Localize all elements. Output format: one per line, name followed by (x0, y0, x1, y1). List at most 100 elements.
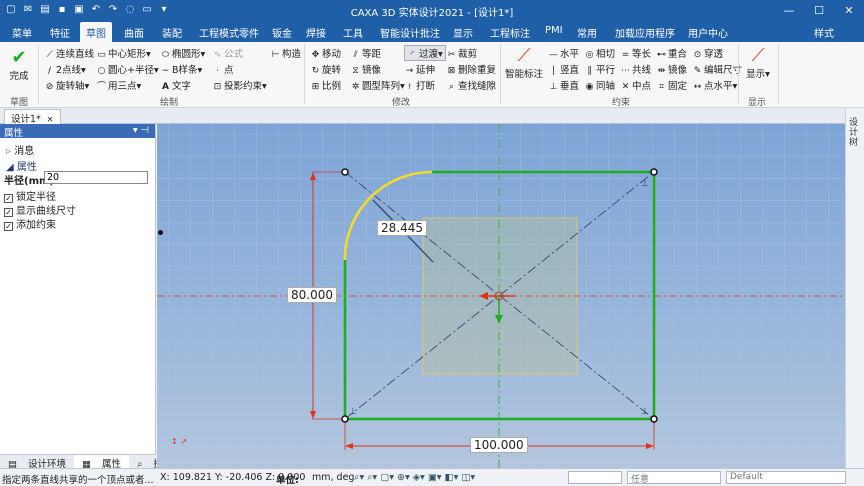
move-button[interactable]: ✥ 移动 (310, 46, 341, 60)
collinear-button[interactable]: ⋯ 共线 (620, 62, 651, 76)
text-icon: A (162, 82, 169, 92)
close-icon[interactable]: ✕ (834, 0, 864, 22)
pierce-button[interactable]: ⊙ 穿透 (692, 46, 723, 60)
sketch-canvas[interactable]: ⊥ ⊥ ⊥ ↕ ↗ 80.000 100.000 28.445 (157, 124, 845, 468)
three-point-button[interactable]: ⌒ 用三点▾ (96, 78, 141, 92)
tangent-constraint-button[interactable]: ◎ 相切 (584, 46, 615, 60)
tab-engineering-dim[interactable]: 工程标注 (490, 25, 530, 40)
text-button[interactable]: A 文字 (160, 78, 191, 92)
vertex-point[interactable] (650, 415, 658, 423)
title-bar: ▢ ✉ ▤ ▪ ▣ ↶ ↷ ◌ ▭ ▾ CAXA 3D 实体设计2021 - [… (0, 0, 864, 22)
vertex-point[interactable] (650, 168, 658, 176)
tab-tools[interactable]: 工具 (343, 25, 363, 40)
add-constraint-checkbox[interactable]: ✓ 添加约束 (4, 216, 56, 231)
horizontal-constraint-button[interactable]: — 水平 (548, 46, 579, 60)
tab-welding[interactable]: 焊接 (306, 25, 326, 40)
tab-pmi[interactable]: PMI (545, 25, 563, 36)
projection-constraint-button[interactable]: ⊡ 投影约束▾ (212, 78, 267, 92)
doc-tab-design1[interactable]: 设计1* ✕ (4, 109, 61, 125)
tab-display[interactable]: 显示 (453, 25, 473, 40)
mirror-button[interactable]: ⧖ 镜像 (350, 62, 381, 76)
delete-duplicate-button[interactable]: ⊠ 删除重复 (446, 62, 496, 76)
continuous-line-button[interactable]: ⟋ 连续直线 (44, 46, 94, 60)
tab-sheet-metal[interactable]: 钣金 (272, 25, 292, 40)
center-radius-circle-button[interactable]: ○ 圆心+半径▾ (96, 62, 159, 76)
equal-length-button[interactable]: = 等长 (620, 46, 651, 60)
fillet-dropdown[interactable]: ◜ 过渡▾ (404, 45, 446, 61)
circular-array-button[interactable]: ✲ 圆型阵列▾ (350, 78, 405, 92)
ellipse-button[interactable]: ⬭ 椭圆形▾ (160, 46, 206, 60)
tab-load-apps[interactable]: 加载应用程序 (615, 25, 675, 40)
tab-surface[interactable]: 曲面 (124, 25, 144, 40)
point-icon: · (216, 66, 219, 76)
close-tab-icon[interactable]: ✕ (47, 115, 54, 124)
status-bar: 指定两条直线共享的一个顶点或者... X: 109.821 Y: -20.406… (0, 468, 864, 486)
tab-smart-annotation[interactable]: 智能设计批注 (380, 25, 440, 40)
vertical-constraint-button[interactable]: | 竖直 (548, 62, 579, 76)
show-curve-dim-checkbox[interactable]: ✓ 显示曲线尺寸 (4, 202, 76, 217)
bspline-button[interactable]: ∼ B样条▾ (160, 62, 203, 76)
center-rectangle-button[interactable]: ▭ 中心矩形▾ (96, 46, 151, 60)
parallel-constraint-button[interactable]: ∥ 平行 (584, 62, 615, 76)
style-dropdown[interactable]: 样式 (814, 25, 834, 40)
perpendicular-button[interactable]: ⊥ 垂直 (548, 78, 579, 92)
display-button[interactable]: ⟋ 显示▾ (744, 46, 772, 81)
filter-field[interactable] (568, 471, 622, 484)
concentric-button[interactable]: ◉ 同轴 (584, 78, 615, 92)
smart-dimension-button[interactable]: ⟋ 智能标注 (504, 46, 544, 81)
formula-button[interactable]: ∿ 公式 (212, 46, 243, 60)
coincident-button[interactable]: ⊷ 重合 (656, 46, 687, 60)
tab-assembly[interactable]: 装配 (162, 25, 182, 40)
panel-resize-handle[interactable] (158, 230, 163, 235)
extend-button[interactable]: → 延伸 (404, 62, 435, 76)
construct-button[interactable]: ⊢ 构造 (270, 46, 301, 60)
tab-common[interactable]: 常用 (577, 25, 597, 40)
minimize-icon[interactable]: — (774, 0, 804, 22)
projection-icon: ⊡ (213, 82, 222, 92)
mirror-constraint-button[interactable]: ⇹ 镜像 (656, 62, 687, 76)
section-properties[interactable]: ◢ 属性 (6, 158, 37, 173)
section-messages[interactable]: ▹ 消息 (6, 142, 34, 157)
offset-button[interactable]: ⫽ 等距 (350, 46, 381, 60)
midpoint-button[interactable]: ✕ 中点 (620, 78, 651, 92)
complete-button[interactable]: ✔ 完成 (6, 48, 32, 83)
unit-value[interactable]: mm, deg (312, 472, 354, 483)
vertex-point[interactable] (341, 168, 349, 176)
rotate-button[interactable]: ↻ 旋转 (310, 62, 341, 76)
two-point-line-button[interactable]: /2点线▾ (44, 62, 86, 76)
axis-triad-icon: ↕ ↗ (171, 437, 187, 446)
midpoint-icon: ✕ (621, 82, 630, 92)
lock-radius-checkbox[interactable]: ✓ 锁定半径 (4, 188, 56, 203)
radius-input[interactable] (44, 171, 148, 184)
panel-tab-design-env[interactable]: ▤ 设计环境 (0, 455, 74, 470)
vertex-point[interactable] (341, 415, 349, 423)
break-button[interactable]: ⟊ 打断 (404, 78, 435, 92)
maximize-icon[interactable]: ☐ (804, 0, 834, 22)
point-horizontal-button[interactable]: ↔ 点水平▾ (692, 78, 738, 92)
panel-tab-properties[interactable]: ▦ 属性 (74, 455, 130, 470)
design-tree-strip[interactable]: 设计树 (845, 108, 864, 468)
radius-dimension-label[interactable]: 28.445 (377, 220, 427, 236)
rotation-axis-button[interactable]: ⊘ 旋转轴▾ (44, 78, 90, 92)
tab-engineering-part[interactable]: 工程模式零件 (199, 25, 259, 40)
view-tools[interactable]: ⌕▾ ⌕▾ ▢▾ ⊕▾ ◈▾ ▣▾ ◧▾ ◫▾ (354, 472, 475, 483)
width-dimension-label[interactable]: 100.000 (470, 437, 528, 453)
arc-icon: ⌒ (96, 82, 106, 92)
edit-dimension-button[interactable]: ✎ 编辑尺寸 (692, 62, 742, 76)
fix-button[interactable]: ⌗ 固定 (656, 78, 687, 92)
ellipse-icon: ⬭ (161, 50, 170, 60)
trim-button[interactable]: ✂ 裁剪 (446, 46, 477, 60)
scale-button[interactable]: ⊞ 比例 (310, 78, 341, 92)
tab-feature[interactable]: 特征 (50, 25, 70, 40)
height-dimension-label[interactable]: 80.000 (287, 287, 337, 303)
default-selector[interactable]: Default (726, 471, 846, 484)
any-selector[interactable]: 任意 (627, 471, 721, 485)
tab-sketch[interactable]: 草图 (80, 22, 112, 42)
pin-icon[interactable]: ▾ ⊣ (133, 125, 149, 136)
tab-menu[interactable]: 菜单 (12, 25, 32, 40)
find-gap-button[interactable]: ⌕ 查找缝隙 (446, 78, 496, 92)
point-button[interactable]: · 点 (212, 62, 233, 76)
scissors-icon: ✂ (447, 50, 456, 60)
svg-text:⊥: ⊥ (349, 407, 357, 417)
tab-user-center[interactable]: 用户中心 (688, 25, 728, 40)
